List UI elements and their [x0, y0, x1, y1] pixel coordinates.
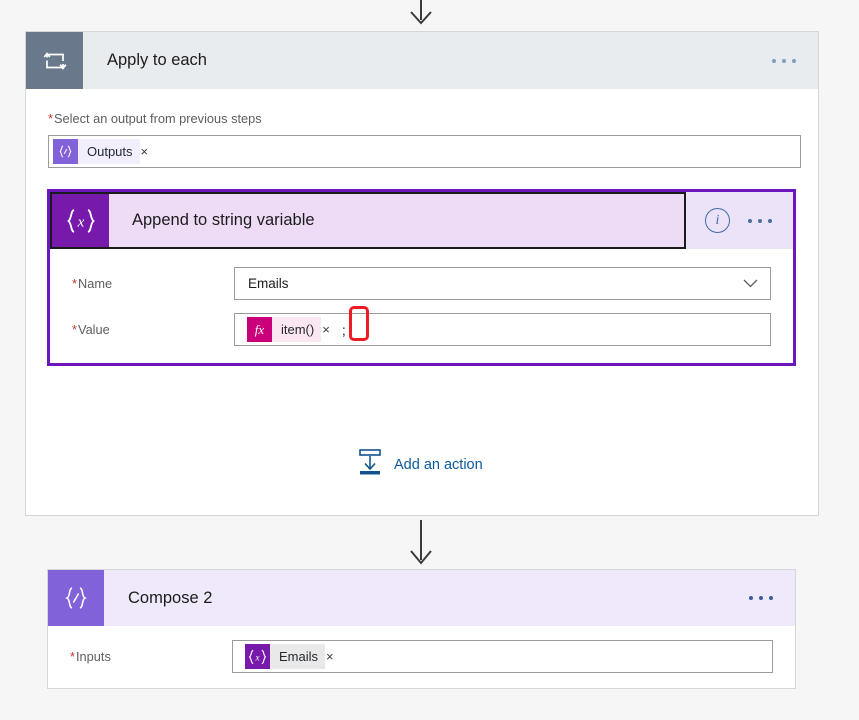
token-emails-text: Emails	[270, 644, 326, 669]
info-circle-icon[interactable]: i	[705, 208, 730, 233]
required-asterisk: *	[70, 649, 75, 664]
token-item-expression[interactable]: fx item() ×	[247, 317, 336, 342]
expression-fx-icon: fx	[247, 317, 272, 342]
compose-icon	[53, 139, 78, 164]
value-trailing-text: ;	[341, 321, 346, 338]
token-outputs-text: Outputs	[78, 139, 140, 164]
add-an-action-label: Add an action	[394, 456, 483, 473]
chevron-down-icon[interactable]	[743, 275, 758, 293]
apply-to-each-overflow-menu[interactable]	[750, 32, 818, 89]
apply-to-each-body: *Select an output from previous steps Ou…	[26, 89, 818, 168]
ellipsis-icon	[749, 596, 773, 600]
foreach-label-text: Select an output from previous steps	[53, 111, 262, 126]
name-label: *Name	[72, 276, 234, 291]
append-title: Append to string variable	[132, 211, 315, 229]
value-input[interactable]: fx item() × ;	[234, 313, 771, 346]
param-row-name: *Name Emails	[72, 267, 771, 300]
append-header[interactable]: x Append to string variable	[50, 192, 686, 249]
token-item-text: item()	[272, 317, 322, 342]
value-label: *Value	[72, 322, 234, 337]
svg-text:x: x	[76, 214, 84, 230]
append-overflow-menu[interactable]	[748, 218, 772, 223]
compose-icon	[48, 570, 104, 626]
ellipsis-icon	[772, 58, 796, 63]
param-row-value: *Value fx item() × ;	[72, 313, 771, 346]
svg-text:x: x	[254, 652, 259, 662]
param-row-inputs: *Inputs x Emails ×	[70, 640, 773, 673]
inputs-input[interactable]: x Emails ×	[232, 640, 773, 673]
compose-2-card[interactable]: Compose 2 *Inputs x Emails ×	[47, 569, 796, 689]
inputs-label: *Inputs	[70, 649, 232, 664]
name-dropdown[interactable]: Emails	[234, 267, 771, 300]
append-body: *Name Emails *Value fx item() × ;	[50, 249, 793, 346]
token-outputs-remove-icon[interactable]: ×	[141, 145, 149, 158]
append-to-string-variable-card[interactable]: x Append to string variable i *Name Emai…	[47, 189, 796, 366]
compose-2-body: *Inputs x Emails ×	[48, 626, 795, 673]
apply-to-each-header[interactable]: Apply to each	[26, 32, 818, 89]
flow-designer-canvas: Apply to each *Select an output from pre…	[0, 0, 859, 720]
required-asterisk: *	[72, 276, 77, 291]
token-outputs[interactable]: Outputs ×	[53, 139, 154, 164]
inputs-label-text: Inputs	[75, 649, 111, 664]
append-header-tools: i	[686, 192, 793, 249]
value-label-text: Value	[77, 322, 110, 337]
connector-scope-to-compose-arrow	[410, 520, 432, 565]
connector-top-arrow	[410, 0, 432, 25]
loop-repeat-icon	[26, 32, 83, 89]
token-emails-variable[interactable]: x Emails ×	[245, 644, 340, 669]
variables-icon: x	[52, 194, 109, 247]
compose-2-overflow-menu[interactable]	[727, 570, 795, 626]
add-an-action-button[interactable]: Add an action	[357, 448, 483, 481]
required-asterisk: *	[72, 322, 77, 337]
token-emails-remove-icon[interactable]: ×	[326, 650, 334, 663]
foreach-field-label: *Select an output from previous steps	[48, 111, 796, 126]
foreach-input[interactable]: Outputs ×	[48, 135, 801, 168]
add-action-icon	[357, 448, 383, 481]
name-label-text: Name	[77, 276, 113, 291]
fx-glyph: fx	[254, 321, 265, 337]
variables-icon: x	[245, 644, 270, 669]
apply-to-each-title: Apply to each	[107, 51, 207, 69]
compose-2-header[interactable]: Compose 2	[48, 570, 795, 626]
semicolon-annotation-box	[349, 306, 369, 341]
append-header-row: x Append to string variable i	[50, 192, 793, 249]
required-asterisk: *	[48, 111, 53, 126]
compose-2-title: Compose 2	[128, 588, 213, 607]
token-item-remove-icon[interactable]: ×	[322, 323, 330, 336]
name-dropdown-value: Emails	[248, 276, 289, 291]
